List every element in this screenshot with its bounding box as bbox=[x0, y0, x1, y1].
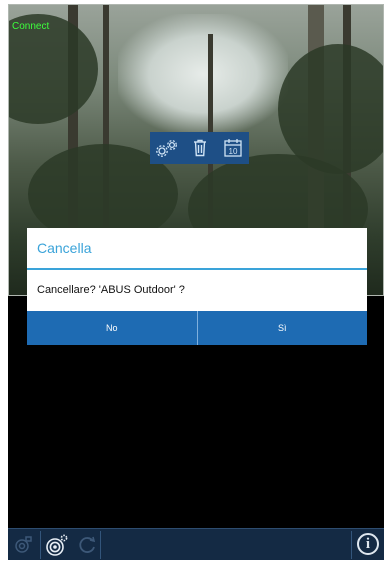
calendar-day-label: 10 bbox=[228, 147, 237, 156]
app-screen: Connect 10 Cancella Cancellare? 'ABUS Ou… bbox=[8, 4, 384, 560]
bottom-bar: i bbox=[8, 528, 384, 560]
bottom-bar-divider bbox=[100, 531, 101, 559]
dialog-buttons: No Sì bbox=[27, 311, 367, 345]
bottom-bar-divider bbox=[40, 531, 41, 559]
calendar-icon[interactable]: 10 bbox=[221, 136, 245, 160]
refresh-icon[interactable] bbox=[74, 533, 100, 557]
delete-dialog: Cancella Cancellare? 'ABUS Outdoor' ? No… bbox=[27, 228, 367, 345]
yes-button[interactable]: Sì bbox=[196, 311, 368, 345]
bottom-bar-divider bbox=[351, 531, 352, 559]
camera-icon[interactable] bbox=[10, 533, 36, 557]
info-icon[interactable]: i bbox=[357, 533, 379, 555]
settings-icon[interactable] bbox=[155, 136, 179, 160]
camera-status-text: Connect bbox=[12, 21, 50, 32]
camera-toolbar: 10 bbox=[150, 132, 249, 164]
dialog-title: Cancella bbox=[27, 228, 367, 270]
dialog-message: Cancellare? 'ABUS Outdoor' ? bbox=[37, 284, 185, 296]
record-icon[interactable] bbox=[44, 533, 70, 557]
no-button[interactable]: No bbox=[27, 311, 197, 345]
trash-icon[interactable] bbox=[188, 136, 212, 160]
